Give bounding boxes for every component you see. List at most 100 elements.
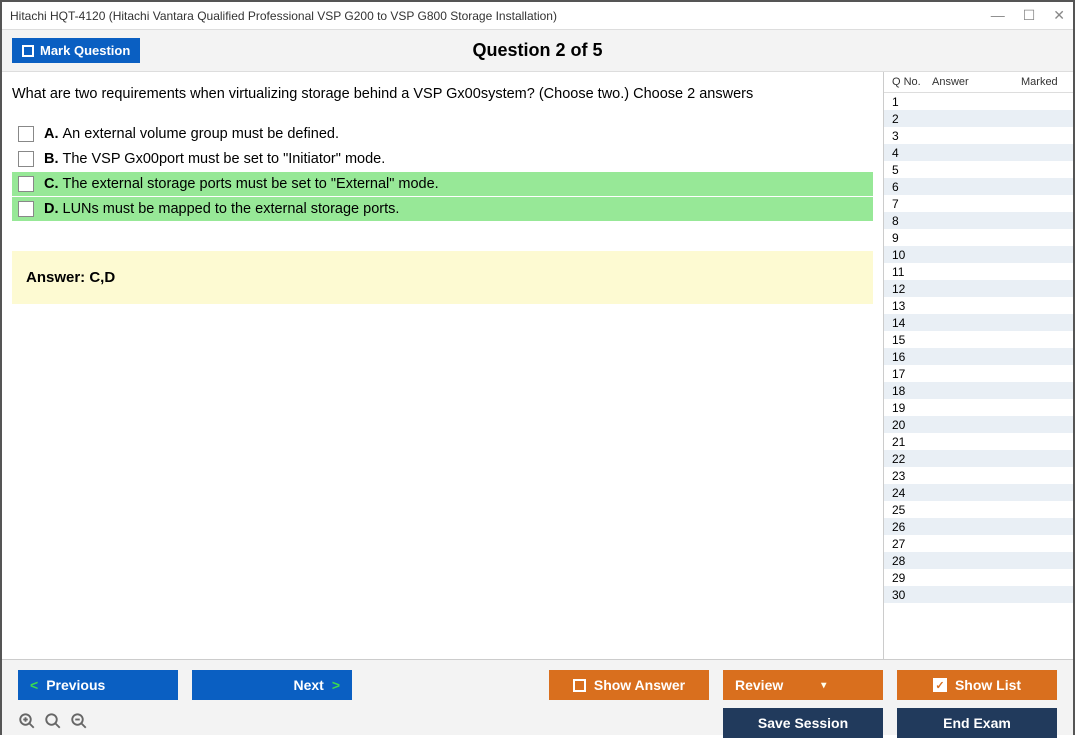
- zoom-in-icon[interactable]: [18, 712, 36, 735]
- row-qno: 25: [886, 503, 926, 517]
- choice-checkbox[interactable]: [18, 176, 34, 192]
- choice-checkbox[interactable]: [18, 201, 34, 217]
- row-qno: 7: [886, 197, 926, 211]
- choice-text: LUNs must be mapped to the external stor…: [63, 201, 400, 217]
- choice-row[interactable]: D. LUNs must be mapped to the external s…: [12, 197, 873, 221]
- list-item[interactable]: 5: [884, 161, 1073, 178]
- save-session-button[interactable]: Save Session: [723, 708, 883, 738]
- choice-row[interactable]: A. An external volume group must be defi…: [12, 122, 873, 146]
- list-item[interactable]: 28: [884, 552, 1073, 569]
- list-item[interactable]: 14: [884, 314, 1073, 331]
- list-item[interactable]: 11: [884, 263, 1073, 280]
- list-item[interactable]: 12: [884, 280, 1073, 297]
- header-bar: Mark Question Question 2 of 5: [2, 30, 1073, 72]
- list-item[interactable]: 30: [884, 586, 1073, 603]
- choice-row[interactable]: C. The external storage ports must be se…: [12, 172, 873, 196]
- zoom-out-icon[interactable]: [70, 712, 88, 735]
- list-item[interactable]: 10: [884, 246, 1073, 263]
- close-icon[interactable]: ✕: [1053, 7, 1065, 24]
- mark-question-label: Mark Question: [40, 43, 130, 58]
- choice-letter: C.: [44, 176, 59, 192]
- row-qno: 2: [886, 112, 926, 126]
- window-controls: — ☐ ✕: [991, 7, 1065, 24]
- show-list-label: Show List: [955, 677, 1021, 693]
- list-item[interactable]: 9: [884, 229, 1073, 246]
- answer-box: Answer: C,D: [12, 251, 873, 304]
- show-answer-button[interactable]: Show Answer: [549, 670, 709, 700]
- question-list-panel: Q No. Answer Marked 12345678910111213141…: [883, 72, 1073, 659]
- row-qno: 5: [886, 163, 926, 177]
- choice-checkbox[interactable]: [18, 126, 34, 142]
- row-qno: 24: [886, 486, 926, 500]
- row-qno: 10: [886, 248, 926, 262]
- list-item[interactable]: 17: [884, 365, 1073, 382]
- question-list[interactable]: 1234567891011121314151617181920212223242…: [884, 93, 1073, 659]
- row-qno: 18: [886, 384, 926, 398]
- list-item[interactable]: 7: [884, 195, 1073, 212]
- list-item[interactable]: 25: [884, 501, 1073, 518]
- row-qno: 27: [886, 537, 926, 551]
- list-item[interactable]: 20: [884, 416, 1073, 433]
- row-qno: 1: [886, 95, 926, 109]
- list-item[interactable]: 24: [884, 484, 1073, 501]
- row-qno: 11: [886, 265, 926, 279]
- choice-text: An external volume group must be defined…: [63, 126, 339, 142]
- list-item[interactable]: 4: [884, 144, 1073, 161]
- list-item[interactable]: 2: [884, 110, 1073, 127]
- list-item[interactable]: 6: [884, 178, 1073, 195]
- save-session-label: Save Session: [758, 715, 848, 731]
- row-qno: 21: [886, 435, 926, 449]
- row-qno: 20: [886, 418, 926, 432]
- list-item[interactable]: 8: [884, 212, 1073, 229]
- col-answer: Answer: [926, 76, 1021, 88]
- choice-checkbox[interactable]: [18, 151, 34, 167]
- answer-label: Answer: C,D: [26, 269, 115, 286]
- list-item[interactable]: 19: [884, 399, 1073, 416]
- row-qno: 16: [886, 350, 926, 364]
- list-item[interactable]: 16: [884, 348, 1073, 365]
- list-item[interactable]: 29: [884, 569, 1073, 586]
- bottom-bar: < Previous Next > Show Answer Review ▾ ✓…: [2, 659, 1073, 735]
- list-item[interactable]: 26: [884, 518, 1073, 535]
- row-qno: 22: [886, 452, 926, 466]
- row-qno: 23: [886, 469, 926, 483]
- list-item[interactable]: 21: [884, 433, 1073, 450]
- minimize-icon[interactable]: —: [991, 7, 1005, 24]
- row-qno: 19: [886, 401, 926, 415]
- previous-button[interactable]: < Previous: [18, 670, 178, 700]
- choice-text: The external storage ports must be set t…: [63, 176, 439, 192]
- row-qno: 29: [886, 571, 926, 585]
- end-exam-button[interactable]: End Exam: [897, 708, 1057, 738]
- row-qno: 6: [886, 180, 926, 194]
- list-item[interactable]: 1: [884, 93, 1073, 110]
- list-item[interactable]: 22: [884, 450, 1073, 467]
- list-item[interactable]: 15: [884, 331, 1073, 348]
- row-qno: 4: [886, 146, 926, 160]
- row-qno: 12: [886, 282, 926, 296]
- choice-row[interactable]: B. The VSP Gx00port must be set to "Init…: [12, 147, 873, 171]
- mark-question-button[interactable]: Mark Question: [12, 38, 140, 63]
- row-qno: 26: [886, 520, 926, 534]
- row-qno: 17: [886, 367, 926, 381]
- zoom-reset-icon[interactable]: [44, 712, 62, 735]
- caret-down-icon: ▾: [821, 680, 826, 691]
- button-row-1: < Previous Next > Show Answer Review ▾ ✓…: [18, 670, 1057, 700]
- list-item[interactable]: 27: [884, 535, 1073, 552]
- row-qno: 9: [886, 231, 926, 245]
- checkbox-icon: [573, 679, 586, 692]
- question-text: What are two requirements when virtualiz…: [12, 86, 873, 102]
- list-item[interactable]: 23: [884, 467, 1073, 484]
- list-item[interactable]: 18: [884, 382, 1073, 399]
- maximize-icon[interactable]: ☐: [1023, 7, 1036, 24]
- list-item[interactable]: 13: [884, 297, 1073, 314]
- main-area: What are two requirements when virtualiz…: [2, 72, 1073, 659]
- row-qno: 14: [886, 316, 926, 330]
- show-list-button[interactable]: ✓ Show List: [897, 670, 1057, 700]
- row-qno: 28: [886, 554, 926, 568]
- show-answer-label: Show Answer: [594, 677, 685, 693]
- list-item[interactable]: 3: [884, 127, 1073, 144]
- review-button[interactable]: Review ▾: [723, 670, 883, 700]
- previous-label: Previous: [46, 677, 105, 693]
- next-button[interactable]: Next >: [192, 670, 352, 700]
- checkbox-icon: [22, 45, 34, 57]
